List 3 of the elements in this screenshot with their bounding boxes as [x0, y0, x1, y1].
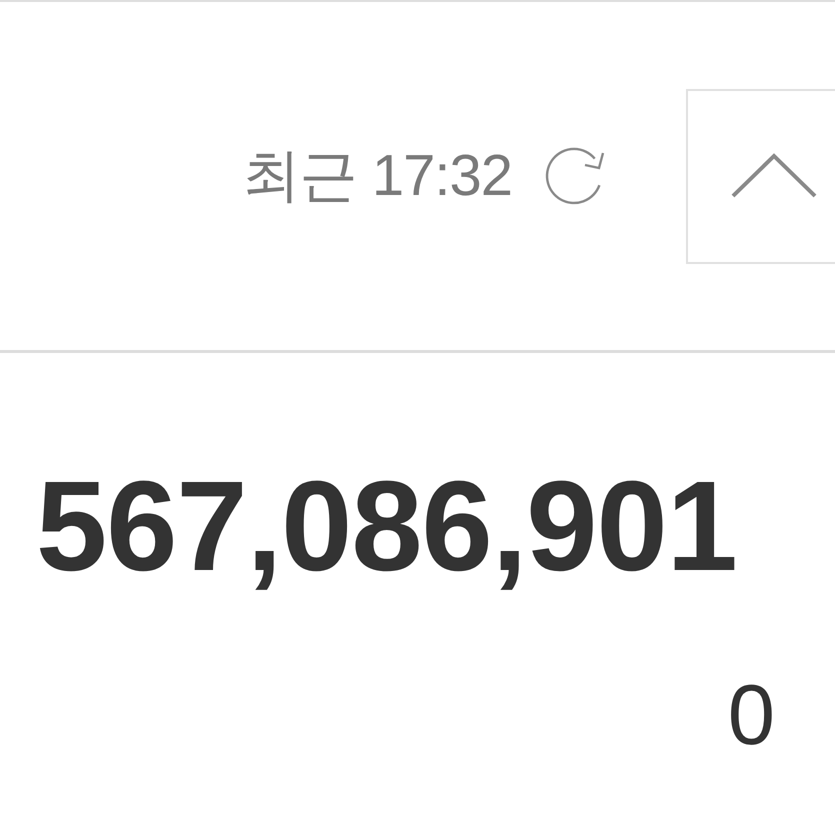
- last-updated-time: 최근 17:32: [242, 142, 512, 210]
- balance-amount: 567,086,901: [35, 463, 738, 591]
- secondary-amount: 0: [726, 673, 776, 758]
